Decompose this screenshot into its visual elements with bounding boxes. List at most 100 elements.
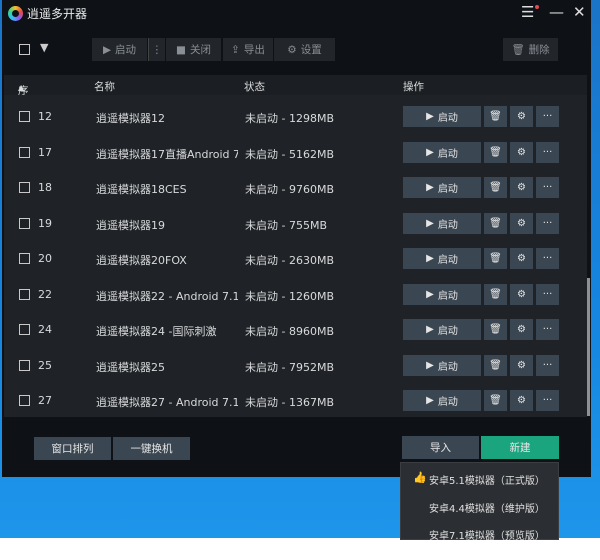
row-checkbox[interactable]: [19, 359, 30, 371]
row-index: 27: [38, 394, 52, 407]
row-index: 22: [38, 287, 52, 301]
row-more-button[interactable]: ···: [536, 319, 559, 340]
trash-icon: 🗑: [489, 146, 502, 158]
select-all-checkbox[interactable]: [19, 44, 30, 55]
row-index: 12: [38, 110, 52, 123]
row-more-button[interactable]: ···: [536, 141, 559, 163]
minimize-button[interactable]: —: [549, 3, 564, 21]
filter-icon[interactable]: ▼: [40, 41, 48, 54]
row-settings-button[interactable]: ⚙: [510, 283, 533, 305]
more-icon: ···: [542, 253, 553, 264]
row-checkbox[interactable]: [19, 182, 30, 193]
row-start-button[interactable]: ▶ 启动: [403, 141, 481, 163]
row-settings-button[interactable]: ⚙: [510, 390, 533, 411]
more-icon: ···: [542, 146, 553, 158]
row-delete-button[interactable]: 🗑: [484, 390, 507, 411]
row-settings-button[interactable]: ⚙: [510, 212, 533, 234]
row-start-button[interactable]: ▶ 启动: [403, 283, 481, 305]
play-icon: ▶: [426, 111, 434, 122]
row-checkbox[interactable]: [19, 395, 30, 406]
play-icon: ▶: [102, 43, 112, 56]
row-start-label: 启动: [437, 361, 458, 373]
row-start-button[interactable]: ▶ 启动: [403, 390, 481, 411]
row-more-button[interactable]: ···: [536, 106, 559, 127]
toolbar-delete-button[interactable]: 🗑 删除: [503, 38, 558, 61]
row-start-button[interactable]: ▶ 启动: [403, 177, 481, 198]
row-more-button[interactable]: ···: [536, 177, 559, 198]
toolbar-delete-label: 删除: [528, 44, 550, 56]
play-icon: ▶: [426, 395, 434, 406]
row-more-button[interactable]: ···: [536, 354, 559, 376]
row-checkbox[interactable]: [19, 324, 30, 335]
row-delete-button[interactable]: 🗑: [484, 106, 507, 127]
gear-icon: ⚙: [517, 359, 526, 371]
row-status: 未启动 - 1367MB: [245, 396, 334, 409]
gear-icon: ⚙: [517, 288, 526, 300]
menu-icon[interactable]: ☰: [521, 3, 534, 21]
row-settings-button[interactable]: ⚙: [510, 319, 533, 340]
toolbar-settings-button[interactable]: ⚙ 设置: [274, 38, 335, 61]
play-icon: ▶: [426, 146, 434, 158]
toolbar-start-button[interactable]: ▶ 启动: [92, 38, 147, 61]
row-delete-button[interactable]: 🗑: [484, 141, 507, 163]
row-checkbox[interactable]: [19, 217, 30, 229]
menu-item-android-4-4[interactable]: 安卓4.4模拟器（维护版）: [429, 500, 545, 515]
row-name: 逍遥模拟器20FOX: [96, 254, 187, 267]
row-more-button[interactable]: ···: [536, 390, 559, 411]
arrange-windows-button[interactable]: 窗口排列: [34, 437, 111, 460]
row-index: 25: [38, 358, 52, 372]
trash-icon: 🗑: [489, 111, 502, 122]
row-more-button[interactable]: ···: [536, 248, 559, 269]
row-name: 逍遥模拟器25: [96, 360, 165, 374]
play-icon: ▶: [426, 288, 434, 300]
row-settings-button[interactable]: ⚙: [510, 141, 533, 163]
row-start-label: 启动: [437, 148, 458, 160]
table-row: 22 逍遥模拟器22 - Android 7.1(64 未启动 - 1260MB…: [4, 277, 587, 312]
row-checkbox[interactable]: [19, 253, 30, 264]
import-button[interactable]: 导入: [402, 436, 479, 459]
row-status: 未启动 - 7952MB: [245, 360, 334, 374]
row-more-button[interactable]: ···: [536, 212, 559, 234]
toolbar-close-button[interactable]: ■ 关闭: [166, 38, 221, 61]
row-delete-button[interactable]: 🗑: [484, 354, 507, 376]
table-row: 25 逍遥模拟器25 未启动 - 7952MB ▶ 启动 🗑 ⚙ ···: [4, 348, 587, 383]
row-start-button[interactable]: ▶ 启动: [403, 106, 481, 127]
menu-item-android-5-1[interactable]: 安卓5.1模拟器（正式版）: [429, 472, 545, 487]
row-start-button[interactable]: ▶ 启动: [403, 354, 481, 376]
row-start-label: 启动: [437, 219, 458, 231]
row-settings-button[interactable]: ⚙: [510, 106, 533, 127]
row-settings-button[interactable]: ⚙: [510, 354, 533, 376]
row-delete-button[interactable]: 🗑: [484, 177, 507, 198]
row-start-button[interactable]: ▶ 启动: [403, 212, 481, 234]
close-window-button[interactable]: ✕: [573, 3, 586, 21]
row-start-button[interactable]: ▶ 启动: [403, 248, 481, 269]
row-index: 18: [38, 181, 52, 194]
row-settings-button[interactable]: ⚙: [510, 248, 533, 269]
one-click-switch-button[interactable]: 一键换机: [113, 437, 190, 460]
toolbar-start-more[interactable]: ⋮: [148, 38, 165, 61]
row-checkbox[interactable]: [19, 111, 30, 122]
toolbar-export-button[interactable]: ⇪ 导出: [223, 38, 273, 61]
scrollbar[interactable]: [587, 278, 590, 416]
row-delete-button[interactable]: 🗑: [484, 212, 507, 234]
row-delete-button[interactable]: 🗑: [484, 319, 507, 340]
row-more-button[interactable]: ···: [536, 283, 559, 305]
trash-icon: 🗑: [489, 359, 502, 371]
menu-item-android-7-1[interactable]: 安卓7.1模拟器（预览版）: [429, 527, 545, 542]
row-start-button[interactable]: ▶ 启动: [403, 319, 481, 340]
row-delete-button[interactable]: 🗑: [484, 248, 507, 269]
row-checkbox[interactable]: [19, 288, 30, 300]
row-settings-button[interactable]: ⚙: [510, 177, 533, 198]
row-index: 20: [38, 252, 52, 265]
toolbar-start-label: 启动: [115, 44, 137, 56]
gear-icon: ⚙: [517, 395, 526, 406]
gear-icon: ⚙: [517, 146, 526, 158]
row-delete-button[interactable]: 🗑: [484, 283, 507, 305]
table-row: 27 逍遥模拟器27 - Android 7.1 (6 未启动 - 1367MB…: [4, 383, 587, 418]
more-icon: ···: [542, 324, 553, 335]
row-checkbox[interactable]: [19, 146, 30, 158]
stop-icon: ■: [176, 43, 186, 56]
row-status: 未启动 - 9760MB: [245, 183, 334, 196]
trash-icon: 🗑: [489, 324, 502, 335]
new-button[interactable]: 新建: [481, 436, 559, 459]
